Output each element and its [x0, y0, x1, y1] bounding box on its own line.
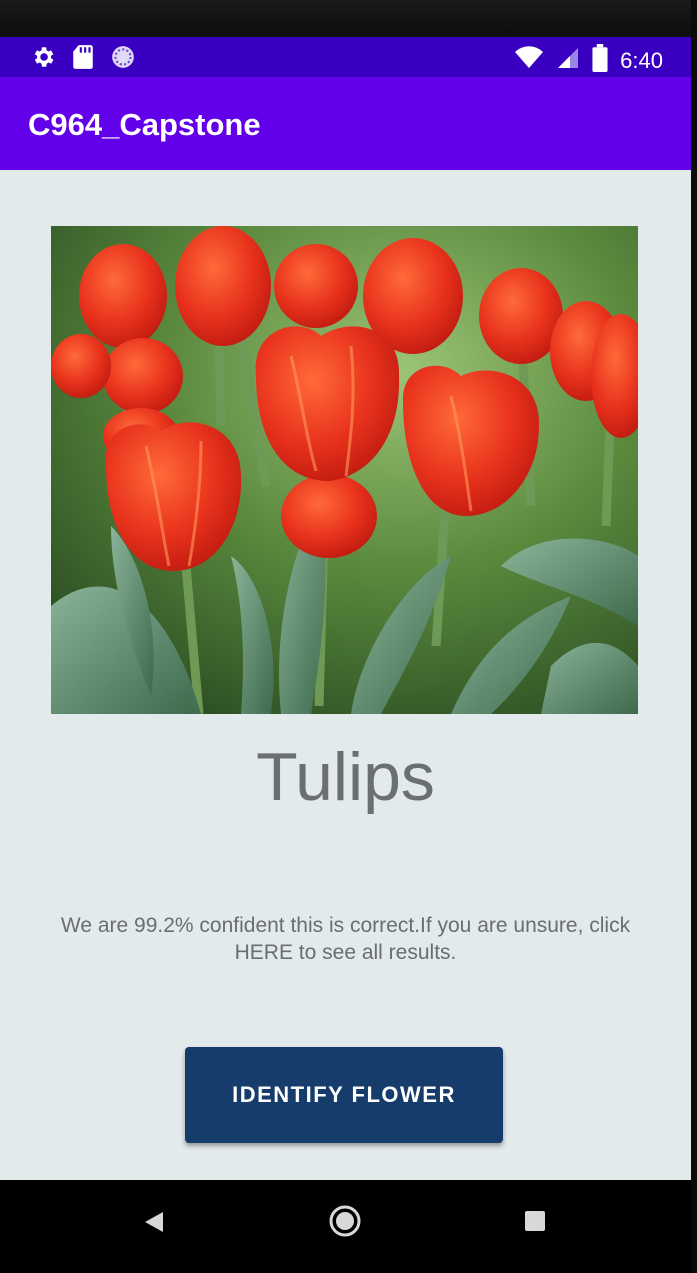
flower-image [51, 226, 638, 714]
confidence-message[interactable]: We are 99.2% confident this is correct.I… [30, 912, 661, 966]
gear-icon [30, 44, 56, 75]
status-bar: 6:40 [0, 37, 691, 77]
status-left-icons [30, 44, 136, 75]
device-frame: 6:40 C964_Capstone Tulips We are 99.2% c… [0, 0, 697, 1273]
back-icon[interactable] [142, 1210, 166, 1239]
recents-icon[interactable] [524, 1210, 546, 1237]
right-bezel [691, 0, 697, 1273]
flower-name: Tulips [256, 739, 435, 815]
battery-icon [592, 44, 608, 77]
wifi-icon [514, 45, 544, 76]
top-bezel [0, 0, 697, 37]
app-bar: C964_Capstone [0, 77, 691, 170]
status-time: 6:40 [620, 47, 663, 73]
cell-signal-icon [556, 45, 580, 76]
navigation-bar [0, 1180, 691, 1273]
sync-circle-icon [110, 44, 136, 75]
sd-card-icon [72, 44, 94, 75]
identify-flower-button[interactable]: IDENTIFY FLOWER [185, 1047, 503, 1143]
main-content: Tulips We are 99.2% confident this is co… [0, 170, 691, 1180]
status-right-icons: 6:40 [514, 44, 663, 77]
app-title: C964_Capstone [28, 107, 261, 142]
home-icon[interactable] [328, 1204, 362, 1243]
